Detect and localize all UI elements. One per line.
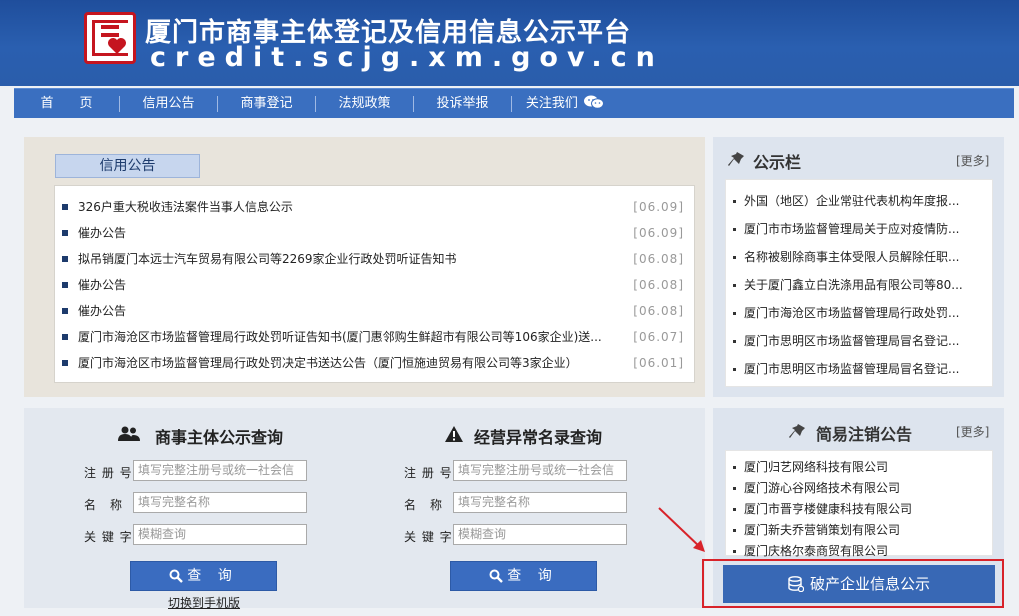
list-item[interactable]: 厦门市海沧区市场监督管理局行政处罚决定书送达公告（厦门恒施迪贸易有限公司等3家企… [62, 350, 684, 376]
search-icon [489, 569, 504, 583]
search-icon [169, 569, 184, 583]
keyword-label: 关 键 字 [84, 530, 133, 544]
keyword-input[interactable]: 模糊查询 [133, 524, 307, 545]
list-item[interactable]: 催办公告 [06.08] [62, 298, 684, 324]
list-item[interactable]: 326户重大税收违法案件当事人信息公示 [06.09] [62, 194, 684, 220]
thumbtack-icon [789, 424, 805, 438]
abnormal-reg-input[interactable]: 填写完整注册号或统一社会信 [453, 460, 627, 481]
list-item[interactable]: 厦门市海沧区市场监督管理局行政处罚听证告知书(厦门惠邻购生鲜超市有限公司等106… [62, 324, 684, 350]
cancellation-title: 简易注销公告 [816, 425, 913, 444]
nav-complaints[interactable]: 投诉举报 [414, 89, 511, 119]
list-item[interactable]: 厦门市晋亨楼健康科技有限公司 [733, 500, 988, 517]
abnormal-name-label: 名 称 [404, 498, 444, 512]
nav-regulations[interactable]: 法规政策 [316, 89, 413, 119]
warning-icon [445, 426, 463, 442]
main-nav: 首 页 信用公告 商事登记 法规政策 投诉举报 关注我们 [14, 88, 1014, 118]
list-item[interactable]: 催办公告 [06.08] [62, 272, 684, 298]
abnormal-name-input[interactable]: 填写完整名称 [453, 492, 627, 513]
name-input[interactable]: 填写完整名称 [133, 492, 307, 513]
nav-business-registration[interactable]: 商事登记 [218, 89, 315, 119]
list-item[interactable]: 名称被剔除商事主体受限人员解除任职... [733, 248, 988, 265]
bankrupt-info-button[interactable]: 破产企业信息公示 [723, 565, 995, 603]
nav-home[interactable]: 首 页 [14, 89, 119, 119]
abnormal-query-title: 经营异常名录查询 [474, 428, 603, 447]
cancellation-more-link[interactable]: [更多] [956, 423, 989, 440]
list-item[interactable]: 厦门市思明区市场监督管理局冒名登记... [733, 360, 988, 377]
entity-query-button[interactable]: 查 询 [130, 561, 277, 591]
list-item[interactable]: 厦门市海沧区市场监督管理局行政处罚... [733, 304, 988, 321]
list-item[interactable]: 厦门市市场监督管理局关于应对疫情防... [733, 220, 988, 237]
reg-number-input[interactable]: 填写完整注册号或统一社会信 [133, 460, 307, 481]
bulletin-more-link[interactable]: [更多] [956, 152, 989, 169]
users-icon [118, 426, 140, 441]
list-item[interactable]: 外国（地区）企业常驻代表机构年度报... [733, 192, 988, 209]
name-label: 名 称 [84, 498, 124, 512]
list-item[interactable]: 关于厦门鑫立白洗涤用品有限公司等80... [733, 276, 988, 293]
list-item[interactable]: 厦门游心谷网络技术有限公司 [733, 479, 988, 496]
bulletin-title: 公示栏 [753, 153, 802, 172]
nav-credit-announcements[interactable]: 信用公告 [120, 89, 217, 119]
wechat-icon [584, 95, 605, 109]
list-item[interactable]: 厦门庆格尔泰商贸有限公司 [733, 542, 988, 559]
abnormal-query-button[interactable]: 查 询 [450, 561, 597, 591]
abnormal-reg-label: 注 册 号 [404, 466, 453, 480]
site-url: credit.scjg.xm.gov.cn [150, 42, 664, 73]
list-item[interactable]: 厦门归艺网络科技有限公司 [733, 458, 988, 475]
switch-mobile-link[interactable]: 切换到手机版 [168, 594, 240, 611]
database-icon [788, 576, 805, 593]
list-item[interactable]: 拟吊销厦门本远士汽车贸易有限公司等2269家企业行政处罚听证告知书 [06.08] [62, 246, 684, 272]
tab-credit-announcements[interactable]: 信用公告 [55, 154, 200, 178]
thumbtack-icon [728, 152, 744, 166]
nav-follow-us-label: 关注我们 [525, 95, 578, 111]
abnormal-keyword-label: 关 键 字 [404, 530, 453, 544]
site-logo[interactable] [84, 12, 136, 64]
heart-icon [108, 38, 126, 54]
reg-number-label: 注 册 号 [84, 466, 133, 480]
abnormal-keyword-input[interactable]: 模糊查询 [453, 524, 627, 545]
red-arrow-annotation [658, 507, 705, 552]
nav-follow-us[interactable]: 关注我们 [512, 89, 618, 119]
entity-query-title: 商事主体公示查询 [155, 428, 284, 447]
list-item[interactable]: 催办公告 [06.09] [62, 220, 684, 246]
list-item[interactable]: 厦门新夫乔营销策划有限公司 [733, 521, 988, 538]
list-item[interactable]: 厦门市思明区市场监督管理局冒名登记... [733, 332, 988, 349]
site-header: 厦门市商事主体登记及信用信息公示平台 credit.scjg.xm.gov.cn [0, 0, 1019, 86]
